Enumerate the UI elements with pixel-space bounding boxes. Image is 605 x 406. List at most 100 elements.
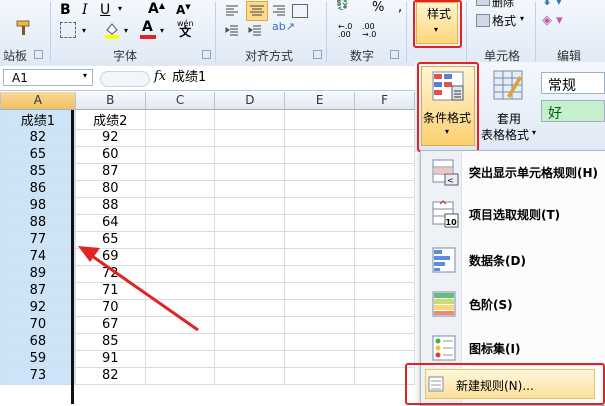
decrease-indent-icon[interactable] bbox=[225, 24, 239, 36]
cell[interactable] bbox=[214, 367, 286, 385]
cell[interactable] bbox=[145, 109, 216, 130]
merge-center-icon[interactable] bbox=[292, 4, 308, 18]
cell[interactable] bbox=[354, 316, 415, 334]
align-right-icon[interactable] bbox=[272, 4, 286, 16]
cell[interactable] bbox=[145, 163, 216, 181]
cell[interactable]: 77 bbox=[0, 231, 76, 249]
percent-button[interactable]: % bbox=[372, 0, 384, 15]
cell[interactable]: 80 bbox=[75, 180, 146, 198]
column-header[interactable]: C bbox=[145, 92, 216, 110]
column-header[interactable]: F bbox=[354, 92, 415, 110]
cell[interactable] bbox=[284, 214, 356, 232]
cell[interactable] bbox=[354, 109, 415, 130]
cell[interactable]: 91 bbox=[75, 350, 146, 368]
clipboard-launcher[interactable] bbox=[34, 50, 43, 59]
cell[interactable] bbox=[284, 163, 356, 181]
name-box[interactable]: A1 bbox=[3, 69, 93, 86]
cell[interactable]: 86 bbox=[0, 180, 76, 198]
cell[interactable]: 87 bbox=[0, 282, 76, 300]
cell[interactable] bbox=[284, 299, 356, 317]
cell[interactable] bbox=[354, 214, 415, 232]
cell[interactable]: 60 bbox=[75, 146, 146, 164]
cell[interactable]: 88 bbox=[0, 214, 76, 232]
font-color-icon[interactable]: A bbox=[140, 19, 156, 40]
cell-style-good[interactable]: 好 bbox=[541, 100, 605, 122]
cell[interactable]: 87 bbox=[75, 163, 146, 181]
menu-item-color-scales[interactable]: 色阶(S) bbox=[421, 285, 605, 323]
format-painter-icon[interactable] bbox=[14, 20, 32, 36]
cell[interactable] bbox=[145, 350, 216, 368]
column-header[interactable]: B bbox=[75, 92, 146, 110]
cell[interactable]: 92 bbox=[0, 299, 76, 317]
cell[interactable] bbox=[354, 282, 415, 300]
cell[interactable] bbox=[214, 180, 286, 198]
delete-button-label[interactable]: 删除 bbox=[492, 0, 514, 10]
name-box-dropdown-icon[interactable]: ▾ bbox=[83, 71, 87, 80]
cell[interactable] bbox=[214, 109, 286, 130]
cell[interactable] bbox=[284, 129, 356, 147]
cell[interactable] bbox=[354, 163, 415, 181]
cell[interactable] bbox=[145, 197, 216, 215]
cell[interactable]: 73 bbox=[0, 367, 76, 385]
italic-button[interactable]: I bbox=[82, 2, 88, 18]
format-cells-icon[interactable] bbox=[476, 14, 490, 27]
cell[interactable] bbox=[214, 163, 286, 181]
cell[interactable]: 82 bbox=[75, 367, 146, 385]
format-button-label[interactable]: 格式 bbox=[492, 12, 516, 29]
cell[interactable]: 70 bbox=[0, 316, 76, 334]
alignment-launcher[interactable] bbox=[313, 50, 322, 59]
cell[interactable]: 65 bbox=[0, 146, 76, 164]
cell[interactable] bbox=[284, 197, 356, 215]
cell[interactable] bbox=[214, 282, 286, 300]
delete-icon[interactable] bbox=[476, 0, 490, 6]
shrink-font-icon[interactable]: A▼ bbox=[176, 3, 191, 17]
cell[interactable] bbox=[284, 109, 356, 130]
dropdown-arrow-icon[interactable]: ▾ bbox=[520, 14, 524, 23]
font-launcher[interactable] bbox=[202, 50, 211, 59]
cell[interactable] bbox=[284, 146, 356, 164]
cell[interactable]: 89 bbox=[0, 265, 76, 283]
cell[interactable] bbox=[284, 316, 356, 334]
cell[interactable] bbox=[284, 282, 356, 300]
cell[interactable] bbox=[214, 265, 286, 283]
menu-item-icon-sets[interactable]: 图标集(I) bbox=[421, 329, 605, 367]
fill-icon[interactable]: ⬇ ▾ bbox=[542, 0, 562, 8]
accounting-format-icon[interactable]: 💱 bbox=[336, 0, 348, 11]
cell[interactable]: 成绩1 bbox=[0, 109, 76, 130]
cell[interactable] bbox=[214, 129, 286, 147]
phonetic-icon[interactable]: wén 文 bbox=[177, 19, 194, 38]
formula-slider-handle[interactable] bbox=[100, 71, 150, 87]
cell[interactable]: 88 bbox=[75, 197, 146, 215]
menu-item-top-bottom-rules[interactable]: 10 项目选取规则(T) bbox=[421, 195, 605, 233]
orientation-icon[interactable]: ab↗ bbox=[272, 20, 295, 33]
cell[interactable] bbox=[354, 333, 415, 351]
column-header[interactable]: E bbox=[284, 92, 356, 110]
increase-indent-icon[interactable] bbox=[248, 24, 262, 36]
cell[interactable] bbox=[354, 197, 415, 215]
borders-icon[interactable] bbox=[60, 22, 76, 38]
cell[interactable] bbox=[284, 180, 356, 198]
underline-button[interactable]: U bbox=[100, 2, 110, 18]
format-as-table-button[interactable]: 套用 表格格式 ▾ bbox=[481, 66, 539, 142]
cell[interactable]: 82 bbox=[0, 129, 76, 147]
dropdown-arrow-icon[interactable]: ▾ bbox=[82, 26, 86, 35]
cell[interactable] bbox=[284, 231, 356, 249]
cell[interactable] bbox=[145, 129, 216, 147]
cell[interactable] bbox=[284, 248, 356, 266]
formula-input[interactable]: 成绩1 bbox=[172, 69, 206, 86]
cell[interactable] bbox=[214, 197, 286, 215]
clear-icon[interactable]: ◈ ▾ bbox=[542, 13, 563, 28]
align-center-icon[interactable] bbox=[246, 1, 268, 21]
dropdown-arrow-icon[interactable]: ▾ bbox=[118, 4, 122, 13]
increase-decimal-icon[interactable]: ←.0.00 bbox=[338, 23, 352, 39]
cell[interactable]: 98 bbox=[0, 197, 76, 215]
cell[interactable] bbox=[354, 146, 415, 164]
cell[interactable] bbox=[354, 180, 415, 198]
insert-function-icon[interactable]: fx bbox=[154, 69, 166, 84]
dropdown-arrow-icon[interactable]: ▾ bbox=[124, 26, 128, 35]
cell[interactable] bbox=[284, 265, 356, 283]
cell[interactable] bbox=[354, 248, 415, 266]
cell[interactable] bbox=[145, 214, 216, 232]
align-left-icon[interactable] bbox=[225, 4, 239, 16]
cell[interactable] bbox=[354, 129, 415, 147]
